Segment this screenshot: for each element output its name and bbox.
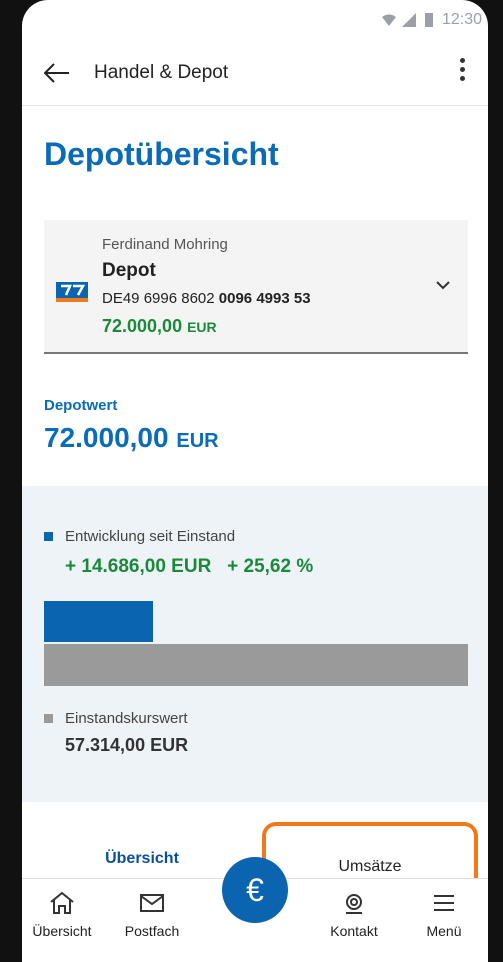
base-value-legend-swatch (44, 714, 53, 723)
development-legend-swatch (44, 532, 53, 541)
account-balance-amount: 72.000,00 (102, 316, 183, 336)
depot-value-label: Depotwert (44, 397, 118, 414)
tab-transactions[interactable]: Umsätze (262, 822, 478, 882)
iban-prefix: DE49 6996 8602 (102, 290, 215, 307)
page-title: Depotübersicht (44, 136, 279, 172)
headset-icon (346, 894, 362, 914)
base-value-label: Einstandskurswert (65, 710, 188, 727)
mail-icon (140, 894, 164, 912)
nav-label-postfach: Postfach (124, 923, 180, 939)
nav-item-postfach[interactable]: Postfach (112, 891, 192, 939)
account-balance-currency: EUR (187, 319, 217, 335)
home-icon (50, 891, 74, 914)
nav-label-kontakt: Kontakt (330, 923, 378, 939)
development-percent: + 25,62 % (227, 556, 314, 577)
nav-item-overview[interactable]: Übersicht (22, 891, 102, 939)
nav-label-menu: Menü (426, 923, 462, 939)
bottom-navigation: Übersicht Postfach € Kontakt Menü (22, 857, 488, 962)
more-vert-icon[interactable] (460, 58, 466, 81)
base-value-amount: 57.314,00 EUR (65, 735, 189, 755)
account-name: Depot (102, 260, 156, 281)
development-label: Entwicklung seit Einstand (65, 528, 236, 545)
nav-item-menu[interactable]: Menü (404, 891, 484, 939)
app-bar: Handel & Depot (22, 40, 488, 106)
status-bar: 12:30 (282, 0, 488, 40)
development-bar (44, 601, 153, 642)
development-values: + 14.686,00 EUR + 25,62 % (65, 556, 313, 578)
development-amount: + 14.686,00 EUR (65, 556, 212, 577)
phone-screen: 12:30 Handel & Depot Depotübersicht Ferd… (22, 0, 488, 962)
nav-item-kontakt[interactable]: Kontakt (314, 891, 394, 939)
battery-icon (424, 13, 433, 27)
base-value-bar (44, 644, 468, 686)
back-arrow-icon[interactable] (44, 59, 72, 87)
performance-panel: Entwicklung seit Einstand + 14.686,00 EU… (22, 486, 488, 802)
chevron-down-icon[interactable] (434, 276, 452, 294)
account-selector[interactable]: Ferdinand Mohring Depot DE49 6996 8602 0… (44, 220, 468, 354)
depot-value-currency: EUR (176, 430, 219, 452)
development-legend: Entwicklung seit Einstand (44, 528, 235, 545)
account-balance: 72.000,00 EUR (102, 316, 217, 337)
nav-label-overview: Übersicht (32, 923, 92, 939)
account-owner: Ferdinand Mohring (102, 236, 228, 253)
depot-value-amount: 72.000,00 EUR (44, 422, 219, 454)
wifi-icon (381, 14, 396, 26)
base-value-legend: Einstandskurswert (44, 710, 188, 727)
bank-logo-icon (56, 282, 88, 302)
account-iban: DE49 6996 8602 0096 4993 53 (102, 290, 311, 307)
euro-icon: € (246, 871, 264, 908)
tab-transactions-label: Umsätze (338, 858, 402, 875)
menu-icon (434, 895, 454, 911)
trade-fab-button[interactable]: € (222, 857, 288, 923)
depot-value-number: 72.000,00 (44, 422, 169, 453)
tab-overview[interactable]: Übersicht (62, 850, 222, 868)
app-bar-title: Handel & Depot (94, 61, 229, 83)
status-time: 12:30 (441, 11, 482, 28)
iban-suffix: 0096 4993 53 (218, 290, 311, 307)
signal-icon (401, 13, 416, 27)
